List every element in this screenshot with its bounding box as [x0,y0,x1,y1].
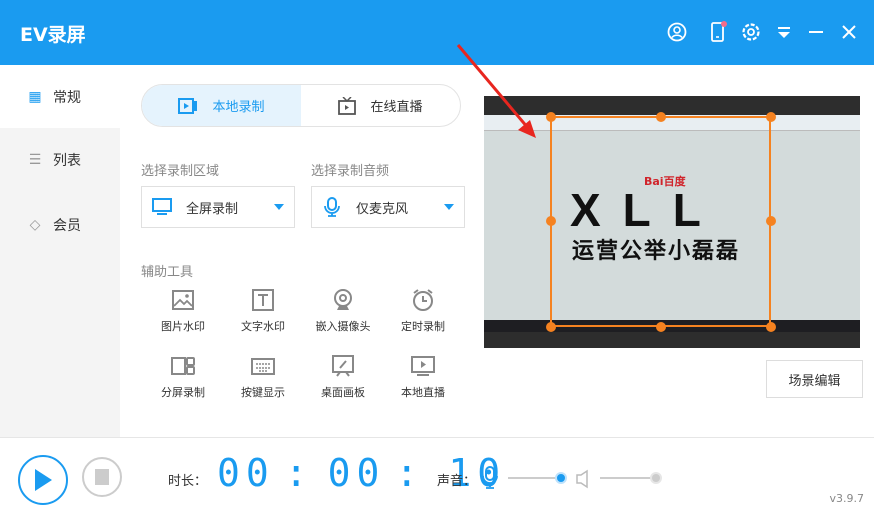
chevron-down-icon [274,204,284,210]
tool-local-live[interactable]: 本地直播 [383,354,463,400]
grid-icon: ▦ [28,88,42,105]
slider-knob[interactable] [650,472,662,484]
tool-keystroke-display[interactable]: 按键显示 [223,354,303,400]
mode-tabs: 本地录制 在线直播 [141,84,461,127]
easel-icon [332,355,354,377]
audio-label: 选择录制音频 [311,164,390,179]
tab-label: 本地录制 [212,100,265,115]
tab-label: 在线直播 [370,100,423,115]
phone-icon[interactable] [707,21,729,43]
microphone-icon[interactable] [481,466,499,490]
resize-handle[interactable] [546,216,556,226]
microphone-icon [324,197,340,217]
gear-icon[interactable] [740,21,762,43]
resize-handle[interactable] [656,322,666,332]
monitor-icon [152,198,172,215]
tool-label: 图片水印 [161,320,205,333]
sidebar-item-label: 列表 [53,152,81,169]
tab-local-record[interactable]: 本地录制 [142,85,301,126]
red-arrow-annotation [456,44,536,138]
list-icon: ☰ [28,151,42,168]
webcam-icon [334,289,352,310]
area-label: 选择录制区域 [141,164,220,179]
minutes: 00 [327,451,386,495]
tool-timed-record[interactable]: 定时录制 [383,288,463,334]
stop-icon [95,469,109,485]
user-icon[interactable] [666,21,688,43]
tool-label: 桌面画板 [321,386,365,399]
scene-edit-button[interactable]: 场景编辑 [766,360,863,398]
keyboard-icon [251,358,275,375]
duration-label: 时长： [168,474,208,489]
close-icon[interactable] [838,21,860,43]
chevron-down-icon [444,204,454,210]
tool-split-screen[interactable]: 分屏录制 [143,354,223,400]
resize-handle[interactable] [766,216,776,226]
tools-label: 辅助工具 [141,265,194,280]
monitor-play-icon [411,356,435,376]
text-icon [252,289,274,311]
tool-label: 定时录制 [401,320,445,333]
sidebar-item-label: 常规 [53,89,81,106]
tool-label: 嵌入摄像头 [315,320,371,333]
resize-handle[interactable] [546,322,556,332]
tool-label: 按键显示 [241,386,285,399]
tool-embed-camera[interactable]: 嵌入摄像头 [303,288,383,334]
audio-select[interactable]: 仅麦克风 [311,186,465,228]
video-icon [178,97,198,114]
tool-desktop-board[interactable]: 桌面画板 [303,354,383,400]
tool-text-watermark[interactable]: 文字水印 [223,288,303,334]
sidebar-item-general[interactable]: ▦ 常规 [0,65,120,128]
tool-image-watermark[interactable]: 图片水印 [143,288,223,334]
speaker-icon[interactable] [575,469,591,489]
area-value: 全屏录制 [186,201,239,217]
stop-record-button[interactable] [82,457,122,497]
resize-handle[interactable] [766,322,776,332]
tool-grid: 图片水印 文字水印 嵌入摄像头 定时录制分屏录制 按键显示 桌面画板 本地直播 [143,288,463,400]
alarm-clock-icon [413,289,433,311]
sound-label: 声音： [437,474,477,489]
sidebar-item-member[interactable]: ◇ 会员 [0,193,120,256]
area-select[interactable]: 全屏录制 [141,186,295,228]
dropdown-icon[interactable] [773,21,795,43]
version-label: v3.9.7 [829,492,865,505]
selection-frame[interactable] [550,116,771,327]
minimize-icon[interactable] [806,21,828,43]
mic-volume-slider[interactable] [508,472,568,484]
diamond-icon: ◇ [29,216,41,233]
start-record-button[interactable] [18,455,68,505]
split-screen-icon [171,357,195,375]
play-icon [35,469,52,491]
sidebar-item-list[interactable]: ☰ 列表 [0,128,120,191]
tool-label: 文字水印 [241,320,285,333]
app-title: EV录屏 [20,24,86,46]
tab-live-stream[interactable]: 在线直播 [301,85,460,126]
tv-icon [338,96,357,115]
audio-value: 仅麦克风 [356,201,409,217]
hours: 00 [217,451,275,495]
sidebar-item-label: 会员 [53,217,81,234]
resize-handle[interactable] [766,112,776,122]
tool-label: 分屏录制 [161,386,205,399]
resize-handle[interactable] [656,112,666,122]
speaker-volume-slider[interactable] [600,472,662,484]
tool-label: 本地直播 [401,386,445,399]
image-icon [172,290,194,310]
